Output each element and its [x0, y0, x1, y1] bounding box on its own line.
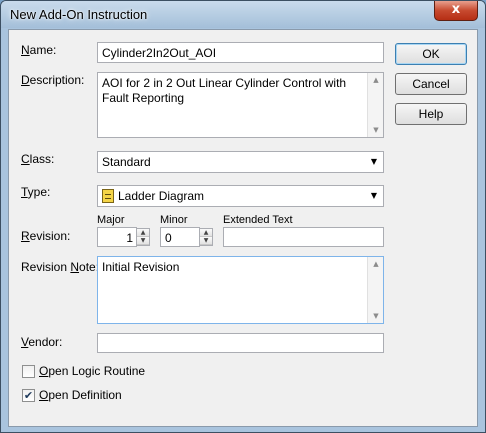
type-label: Type: — [21, 185, 50, 199]
ladder-diagram-icon — [102, 189, 114, 203]
scroll-down-icon[interactable]: ▼ — [368, 123, 384, 137]
major-spinner[interactable]: ▲ ▼ — [136, 228, 150, 246]
class-label-accel: C — [21, 152, 30, 166]
vendor-label: Vendor: — [21, 335, 62, 349]
vendor-input[interactable] — [97, 333, 384, 353]
dialog-client-area: Name: Cylinder2In2Out_AOI Description: A… — [8, 29, 478, 427]
revision-note-textarea[interactable]: Initial Revision ▲ ▼ — [97, 256, 384, 324]
chevron-down-icon[interactable]: ▼ — [367, 188, 381, 204]
extended-text-label: Extended Text — [223, 214, 293, 226]
description-label: Description: — [21, 73, 84, 87]
minor-input[interactable]: 0 — [160, 227, 200, 247]
description-label-accel: D — [21, 73, 30, 87]
title-bar[interactable]: New Add-On Instruction x — [1, 1, 485, 28]
scroll-down-icon[interactable]: ▼ — [368, 309, 384, 323]
window-title: New Add-On Instruction — [10, 7, 148, 22]
type-label-accel: T — [21, 185, 28, 199]
open-logic-label-accel: O — [39, 364, 49, 378]
chevron-down-icon[interactable]: ▼ — [367, 154, 381, 170]
revision-label-accel: R — [21, 229, 30, 243]
extended-text-input[interactable] — [223, 227, 384, 247]
minor-spinner[interactable]: ▲ ▼ — [199, 228, 213, 246]
open-def-label-post: pen Definition — [48, 388, 122, 402]
major-input[interactable]: 1 — [97, 227, 137, 247]
revision-label-post: evision: — [29, 229, 71, 243]
name-label-accel: N — [21, 43, 30, 57]
revision-note-text: Initial Revision — [102, 260, 180, 274]
class-select[interactable]: Standard ▼ — [97, 151, 384, 173]
scroll-up-icon[interactable]: ▲ — [368, 73, 384, 87]
revision-note-scrollbar[interactable]: ▲ ▼ — [367, 257, 383, 323]
spin-down-icon[interactable]: ▼ — [137, 237, 149, 245]
description-text: AOI for 2 in 2 Out Linear Cylinder Contr… — [102, 76, 347, 105]
type-value: Ladder Diagram — [118, 189, 205, 203]
minor-label: Minor — [160, 214, 188, 226]
description-label-post: escription: — [29, 73, 85, 87]
name-label-post: ame: — [29, 43, 57, 57]
vendor-label-post: endor: — [28, 335, 63, 349]
open-logic-routine-checkbox[interactable] — [22, 365, 35, 378]
help-button[interactable]: Help — [395, 103, 467, 125]
cancel-button[interactable]: Cancel — [395, 73, 467, 95]
ok-button[interactable]: OK — [395, 43, 467, 65]
type-select[interactable]: Ladder Diagram ▼ — [97, 185, 384, 207]
open-def-label-accel: O — [39, 388, 49, 402]
open-logic-label-post: pen Logic Routine — [48, 364, 146, 378]
close-icon: x — [451, 2, 461, 17]
open-definition-checkbox[interactable]: ✔ — [22, 389, 35, 402]
description-scrollbar[interactable]: ▲ ▼ — [367, 73, 383, 137]
type-label-post: ype: — [27, 185, 51, 199]
revision-note-label-accel: N — [70, 260, 80, 274]
open-definition-label[interactable]: Open Definition — [39, 388, 122, 402]
dialog-window: New Add-On Instruction x Name: Cylinder2… — [0, 0, 486, 433]
name-input[interactable]: Cylinder2In2Out_AOI — [97, 42, 384, 63]
scroll-up-icon[interactable]: ▲ — [368, 257, 384, 271]
class-label: Class: — [21, 152, 54, 166]
description-textarea[interactable]: AOI for 2 in 2 Out Linear Cylinder Contr… — [97, 72, 384, 138]
major-label: Major — [97, 214, 125, 226]
spin-up-icon[interactable]: ▲ — [200, 229, 212, 237]
name-label: Name: — [21, 43, 56, 57]
revision-note-label-pre: Revision — [21, 260, 71, 274]
class-value: Standard — [102, 155, 151, 169]
close-button[interactable]: x — [434, 1, 478, 21]
spin-up-icon[interactable]: ▲ — [137, 229, 149, 237]
revision-note-label: Revision Note: — [21, 260, 99, 274]
open-logic-routine-label[interactable]: Open Logic Routine — [39, 364, 145, 378]
spin-down-icon[interactable]: ▼ — [200, 237, 212, 245]
class-label-post: lass: — [29, 152, 55, 166]
revision-label: Revision: — [21, 229, 70, 243]
